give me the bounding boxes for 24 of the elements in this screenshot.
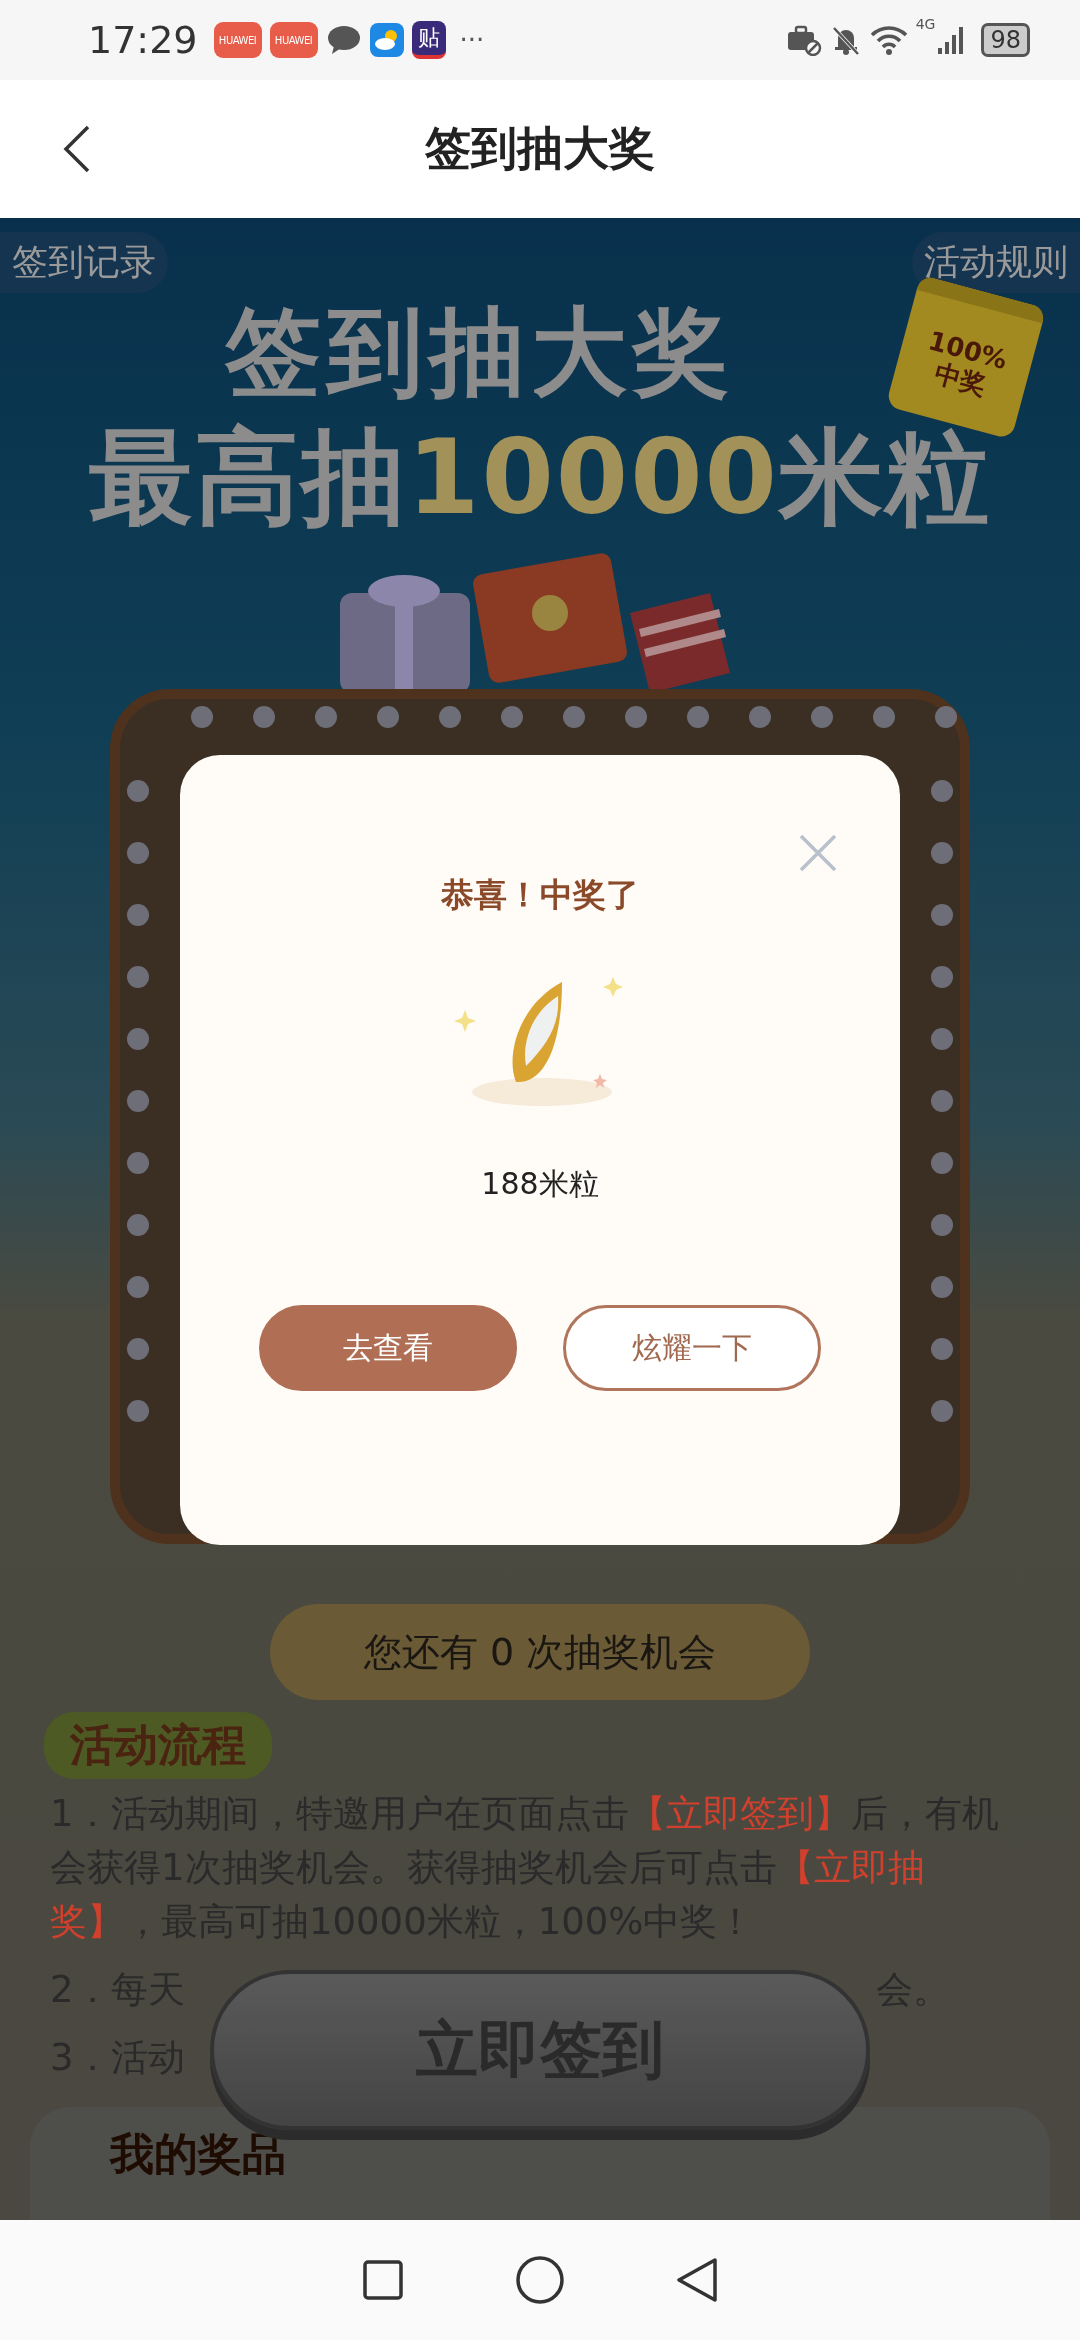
activity-rules-link[interactable]: 活动规则 [912, 232, 1080, 293]
weather-app-icon [369, 23, 404, 57]
recents-icon[interactable] [361, 2258, 405, 2302]
app-notification-icon: HUAWEI [269, 22, 318, 58]
back-nav-icon[interactable] [675, 2256, 719, 2304]
chat-bubble-icon [325, 24, 362, 56]
page-title: 签到抽大奖 [425, 120, 655, 177]
share-button[interactable]: 炫耀一下 [563, 1305, 821, 1391]
prize-amount: 188米粒 [481, 1165, 599, 1203]
remaining-chances-label: 您还有 0 次抽奖机会 [270, 1604, 810, 1700]
briefcase-blocked-icon [785, 24, 822, 56]
banner-headline: 签到抽大奖 [225, 295, 735, 410]
dialog-title: 恭喜！中奖了 [441, 874, 639, 916]
wifi-icon [869, 24, 908, 56]
sign-in-records-link[interactable]: 签到记录 [0, 232, 168, 293]
home-icon[interactable] [515, 2255, 565, 2305]
more-notifications: ··· [459, 25, 485, 55]
battery-level: 98 [981, 23, 1030, 57]
status-time: 17:29 [88, 18, 198, 62]
back-icon[interactable] [62, 124, 92, 174]
app-notification-icon: HUAWEI [213, 22, 262, 58]
network-type: 4G [915, 16, 936, 32]
view-button[interactable]: 去查看 [259, 1305, 517, 1391]
sticker-app-icon: 贴 [411, 21, 446, 59]
